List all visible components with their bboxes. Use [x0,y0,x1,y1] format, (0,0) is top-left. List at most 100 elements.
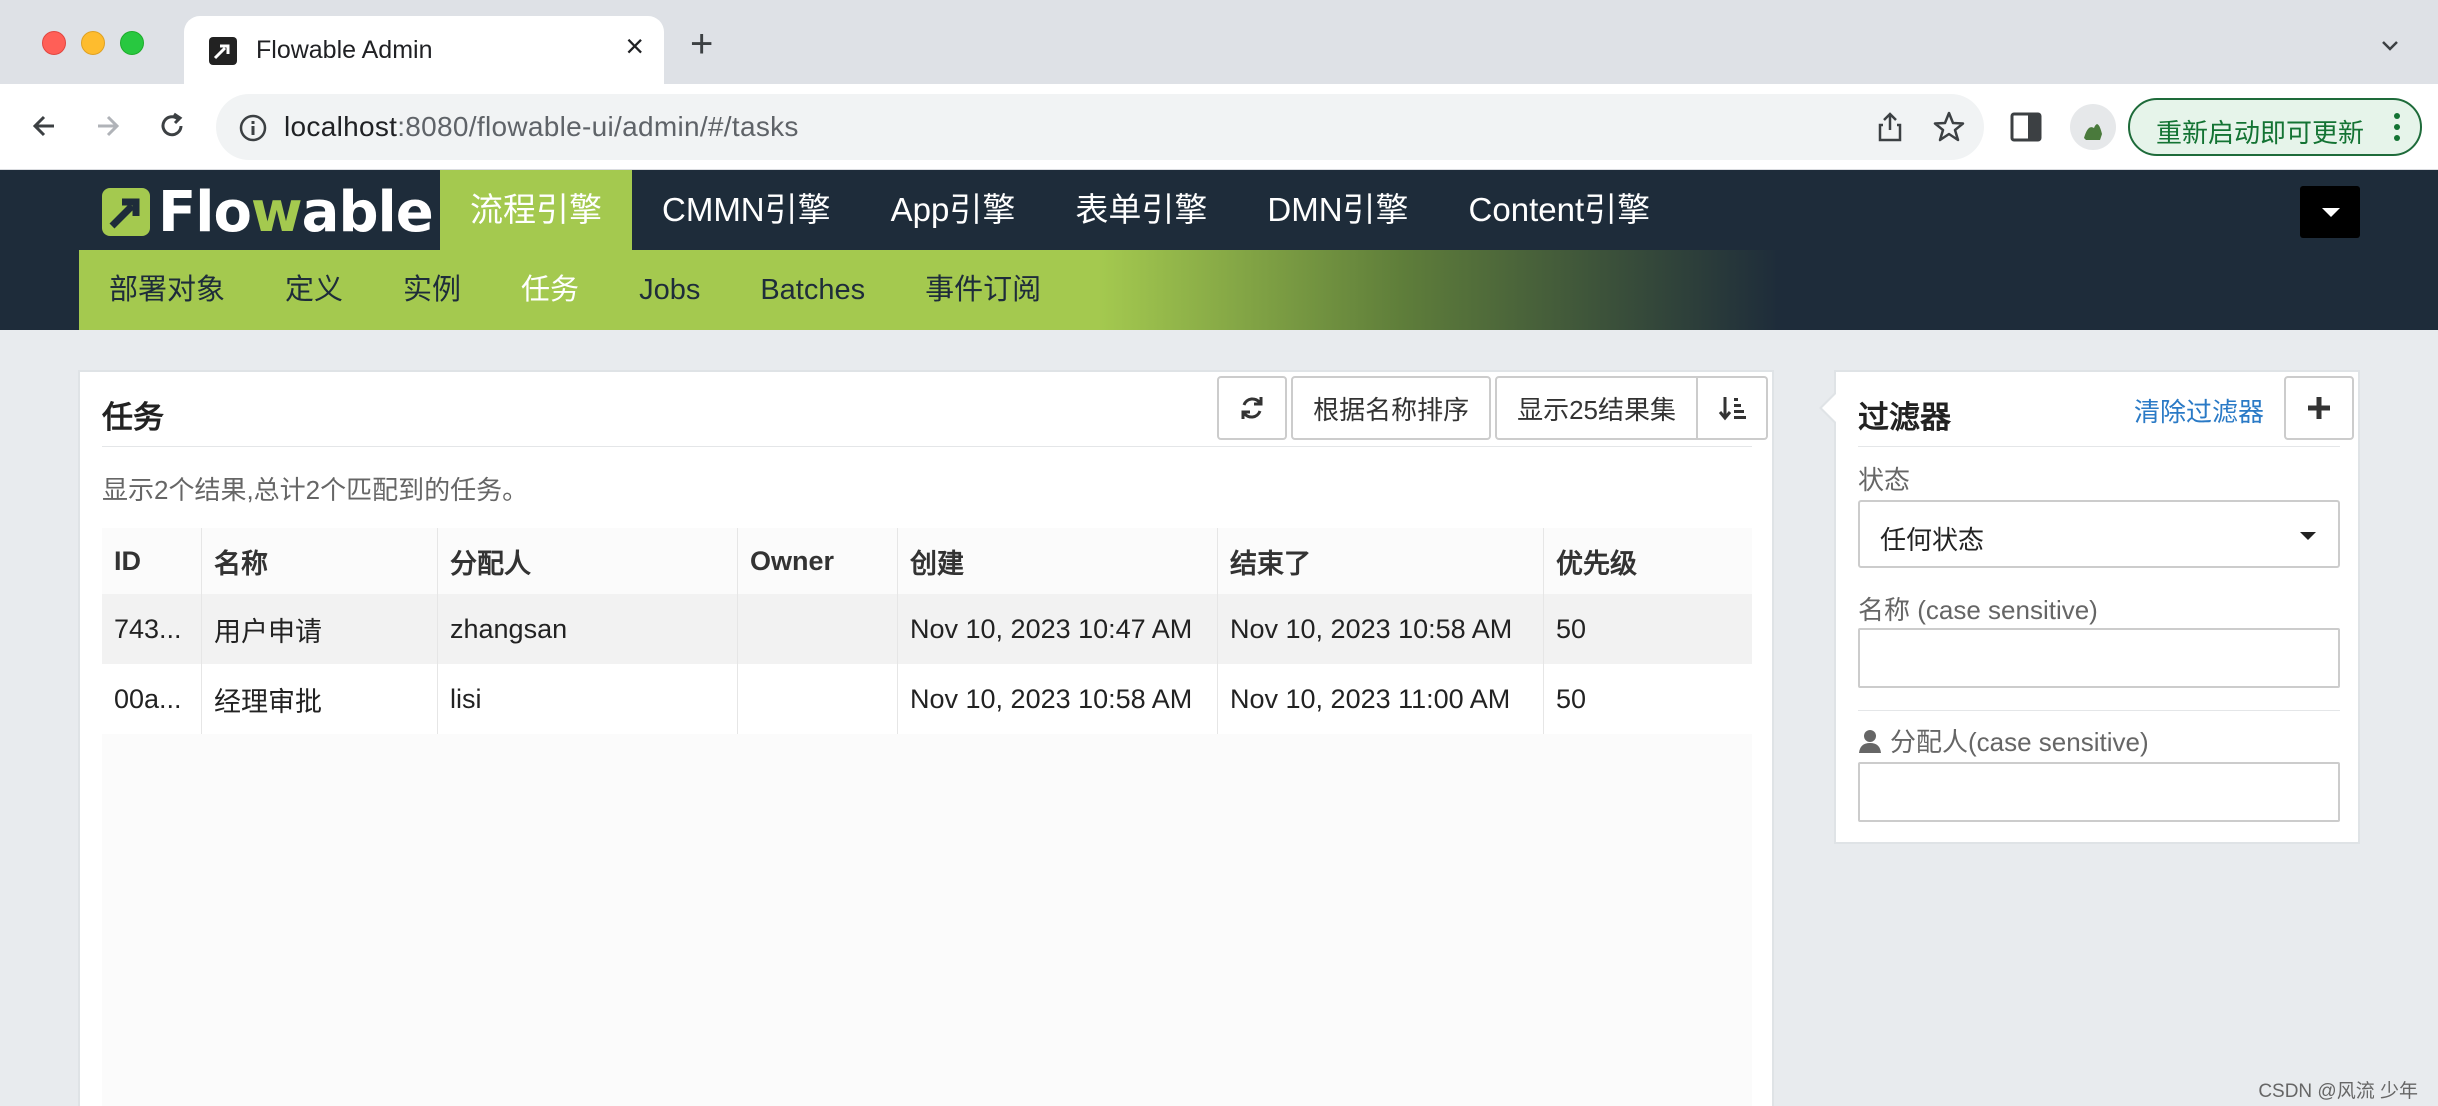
caret-down-icon [2322,208,2340,217]
main-nav-process-engine[interactable]: 流程引擎 [440,170,632,250]
table-header-row: ID 名称 分配人 Owner 创建 结束了 优先级 [102,528,1752,594]
tasks-panel: 任务 根据名称排序 显示25结果集 显示2个结果,总计2个匹配到的任务。 ID … [78,370,1774,1106]
address-bar[interactable]: localhost:8080/flowable-ui/admin/#/tasks [216,94,1984,160]
result-summary: 显示2个结果,总计2个匹配到的任务。 [102,475,529,505]
sub-nav: 部署对象 定义 实例 任务 Jobs Batches 事件订阅 [79,250,1779,330]
column-header-name[interactable]: 名称 [202,528,438,594]
main-nav-app-engine[interactable]: App引擎 [861,170,1046,250]
refresh-button[interactable] [1217,376,1288,440]
window-minimize-button[interactable] [81,31,105,55]
table-row[interactable]: 743... 用户申请 zhangsan Nov 10, 2023 10:47 … [102,594,1752,664]
column-header-owner[interactable]: Owner [738,528,898,594]
main-nav: 流程引擎 CMMN引擎 App引擎 表单引擎 DMN引擎 Content引擎 [440,170,1680,250]
column-header-ended[interactable]: 结束了 [1218,528,1544,594]
column-header-priority[interactable]: 优先级 [1544,528,1752,594]
forward-arrow-icon[interactable] [88,106,128,146]
flowable-logo[interactable]: Flowable [100,179,434,245]
profile-avatar[interactable] [2070,104,2116,150]
main-nav-cmmn-engine[interactable]: CMMN引擎 [632,170,861,250]
cell-priority: 50 [1556,683,1587,714]
main-nav-content-engine[interactable]: Content引擎 [1439,170,1681,250]
new-tab-icon[interactable]: + [690,24,713,64]
add-filter-button[interactable] [2284,376,2354,440]
sub-nav-deployments[interactable]: 部署对象 [79,250,255,330]
main-nav-dmn-engine[interactable]: DMN引擎 [1237,170,1438,250]
logo-text-w: w [250,179,303,245]
browser-tab[interactable]: Flowable Admin × [184,16,664,84]
status-select[interactable]: 任何状态 [1858,500,2340,568]
logo-text-able: able [301,179,434,245]
refresh-icon [1241,397,1263,419]
filter-title: 过滤器 [1858,400,1951,435]
flowable-logo-text: Flowable [158,179,434,245]
tasks-table: ID 名称 分配人 Owner 创建 结束了 优先级 743... 用户申请 z… [102,528,1752,1106]
page-size-button[interactable]: 显示25结果集 [1495,376,1698,440]
site-info-icon[interactable] [238,113,268,143]
app-header: Flowable 流程引擎 CMMN引擎 App引擎 表单引擎 DMN引擎 Co… [0,170,2438,330]
clear-filter-link[interactable]: 清除过滤器 [2134,392,2264,429]
window-close-button[interactable] [42,31,66,55]
sub-nav-definitions[interactable]: 定义 [255,250,373,330]
name-label: 名称 (case sensitive) [1858,595,2098,625]
cell-name: 经理审批 [202,664,438,734]
column-header-assignee[interactable]: 分配人 [438,528,738,594]
sort-order-button[interactable] [1698,376,1768,440]
bookmark-star-icon[interactable] [1932,110,1966,144]
sub-nav-tasks[interactable]: 任务 [491,250,609,330]
divider [1858,710,2340,711]
tasks-toolbar: 根据名称排序 显示25结果集 [1213,376,1768,440]
url-text[interactable]: localhost:8080/flowable-ui/admin/#/tasks [284,111,799,143]
cell-ended: Nov 10, 2023 11:00 AM [1218,664,1544,734]
plus-icon [2308,397,2330,419]
browser-toolbar: localhost:8080/flowable-ui/admin/#/tasks… [0,84,2438,170]
user-menu-button[interactable] [2300,186,2360,238]
cell-created: Nov 10, 2023 10:47 AM [898,594,1218,664]
cell-priority: 50 [1556,613,1587,644]
status-label: 状态 [1858,465,1911,495]
cell-id: 00a... [102,664,202,734]
cell-owner [738,594,898,664]
browser-tab-bar: Flowable Admin × + [0,0,2438,84]
side-panel-icon[interactable] [2010,112,2042,142]
sub-nav-jobs[interactable]: Jobs [609,250,730,330]
assignee-label-row: 分配人(case sensitive) [1858,722,2149,759]
name-input[interactable] [1858,628,2340,688]
share-icon[interactable] [1874,110,1906,144]
assignee-input[interactable] [1858,762,2340,822]
page-title: 任务 [102,400,164,435]
main-nav-form-engine[interactable]: 表单引擎 [1045,170,1237,250]
window-zoom-button[interactable] [120,31,144,55]
cell-name: 用户申请 [202,594,438,664]
column-header-created[interactable]: 创建 [898,528,1218,594]
flowable-favicon-icon [209,37,237,65]
cell-id: 743... [102,594,202,664]
cell-assignee: lisi [438,664,738,734]
user-icon [1859,730,1881,753]
url-path: :8080/flowable-ui/admin/#/tasks [397,111,799,142]
column-header-id[interactable]: ID [102,528,202,594]
url-host: localhost [284,111,398,142]
more-menu-icon[interactable] [2394,112,2400,142]
sub-nav-batches[interactable]: Batches [730,250,895,330]
divider [1858,446,2340,447]
cell-owner [738,664,898,734]
flowable-logo-icon [102,188,150,236]
tab-search-chevron-icon[interactable] [2378,34,2402,58]
sort-descending-icon [1718,397,1746,421]
cell-assignee: zhangsan [438,594,738,664]
tab-title: Flowable Admin [256,36,433,64]
sort-by-name-button[interactable]: 根据名称排序 [1291,376,1492,440]
cell-created: Nov 10, 2023 10:58 AM [898,664,1218,734]
update-button-label: 重新启动即可更新 [2156,118,2365,148]
profile-plant-icon [2084,124,2102,140]
status-select-value: 任何状态 [1880,525,1985,555]
sub-nav-event-subscriptions[interactable]: 事件订阅 [895,250,1071,330]
sub-nav-instances[interactable]: 实例 [373,250,491,330]
back-arrow-icon[interactable] [24,106,64,146]
watermark: CSDN @风流 少年 [2258,1081,2418,1102]
update-chrome-button[interactable]: 重新启动即可更新 [2128,98,2422,156]
tab-close-icon[interactable]: × [625,30,644,62]
table-row[interactable]: 00a... 经理审批 lisi Nov 10, 2023 10:58 AM N… [102,664,1752,734]
divider [102,446,1752,447]
reload-icon[interactable] [152,106,192,146]
